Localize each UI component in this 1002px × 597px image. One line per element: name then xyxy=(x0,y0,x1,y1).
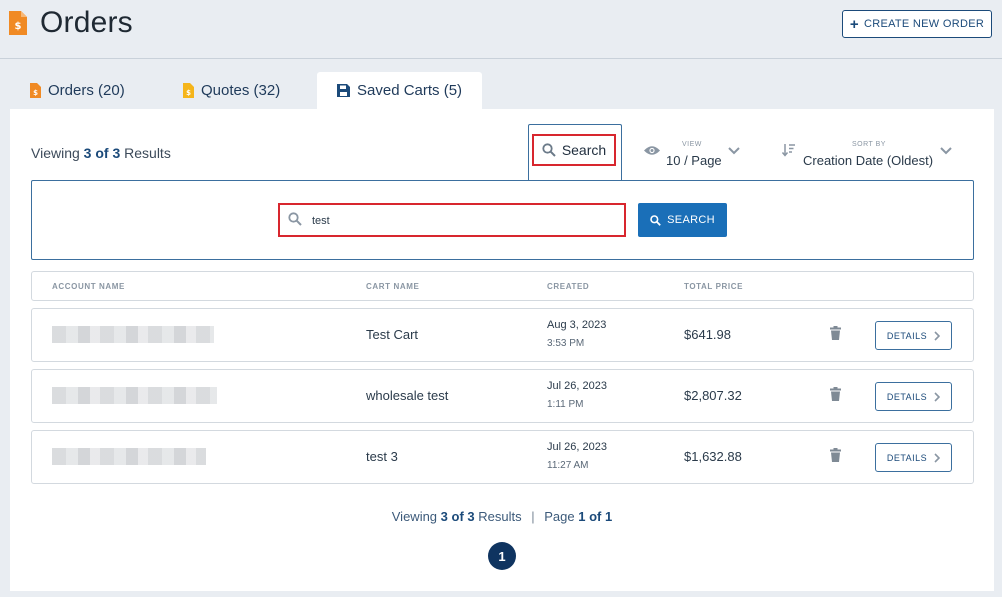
view-value: 10 / Page xyxy=(666,153,722,168)
table-row: test 3 Jul 26, 2023 11:27 AM $1,632.88 D… xyxy=(31,430,974,484)
trash-icon[interactable] xyxy=(830,448,841,462)
svg-text:$: $ xyxy=(15,21,22,32)
search-toggle-label: Search xyxy=(561,142,607,158)
cart-name: Test Cart xyxy=(366,327,419,342)
tab-orders[interactable]: $ Orders (20) xyxy=(10,72,150,109)
sort-by-select[interactable]: SORT BY Creation Date (Oldest) xyxy=(782,141,962,171)
details-button[interactable]: DETAILS xyxy=(875,382,952,411)
search-input-wrapper xyxy=(278,203,626,237)
saved-carts-panel: Viewing 3 of 3 Results Search VIEW 10 / … xyxy=(10,109,994,591)
svg-text:$: $ xyxy=(186,89,191,97)
tab-quotes[interactable]: $ Quotes (32) xyxy=(163,72,303,109)
results-shown: 3 of 3 xyxy=(83,145,121,161)
created-date: Jul 26, 2023 xyxy=(547,380,607,392)
view-per-page-select[interactable]: VIEW 10 / Page xyxy=(644,141,744,171)
trash-icon[interactable] xyxy=(830,326,841,340)
page-title: Orders xyxy=(40,6,133,39)
results-suffix: Results xyxy=(124,145,171,161)
results-count: Viewing 3 of 3 Results xyxy=(31,145,171,161)
search-toggle-button[interactable]: Search xyxy=(532,134,616,166)
eye-icon xyxy=(644,146,660,155)
sort-icon xyxy=(782,144,795,157)
tab-quotes-label: Quotes (32) xyxy=(201,82,281,99)
search-submit-button[interactable]: SEARCH xyxy=(638,203,727,237)
details-label: DETAILS xyxy=(886,452,928,463)
search-icon xyxy=(650,214,661,226)
chevron-right-icon xyxy=(934,452,941,463)
search-tab: Search xyxy=(528,124,622,181)
total-price: $2,807.32 xyxy=(684,388,742,403)
order-doc-icon: $ xyxy=(9,11,27,35)
details-button[interactable]: DETAILS xyxy=(875,443,952,472)
search-input[interactable] xyxy=(310,209,614,233)
search-icon xyxy=(288,212,302,226)
created-time: 1:11 PM xyxy=(547,399,584,410)
tab-saved-carts[interactable]: Saved Carts (5) xyxy=(317,72,482,109)
trash-icon[interactable] xyxy=(830,387,841,401)
svg-text:$: $ xyxy=(33,89,38,97)
footer-separator: | xyxy=(531,509,535,524)
save-icon xyxy=(337,84,350,97)
account-name-redacted xyxy=(52,326,214,343)
total-price: $1,632.88 xyxy=(684,449,742,464)
chevron-right-icon xyxy=(934,391,941,402)
created-date: Aug 3, 2023 xyxy=(547,319,607,331)
search-panel: SEARCH xyxy=(31,180,974,260)
create-new-order-label: CREATE NEW ORDER xyxy=(863,18,985,30)
sort-value: Creation Date (Oldest) xyxy=(803,153,934,168)
created-time: 11:27 AM xyxy=(547,460,589,471)
pagination-summary: Viewing 3 of 3 Results | Page 1 of 1 xyxy=(10,509,994,524)
results-prefix: Viewing xyxy=(31,145,80,161)
view-caption: VIEW xyxy=(682,141,702,148)
pagination-page-1[interactable]: 1 xyxy=(488,542,516,570)
footer-viewing-suffix: Results xyxy=(478,509,522,524)
column-created: CREATED xyxy=(547,282,590,291)
column-account-name: ACCOUNT NAME xyxy=(52,282,125,291)
search-icon xyxy=(542,143,556,157)
chevron-down-icon xyxy=(728,147,740,155)
column-cart-name: CART NAME xyxy=(366,282,420,291)
details-button[interactable]: DETAILS xyxy=(875,321,952,350)
cart-name: test 3 xyxy=(366,449,398,464)
chevron-down-icon xyxy=(940,147,952,155)
details-label: DETAILS xyxy=(886,330,928,341)
created-time: 3:53 PM xyxy=(547,338,585,349)
footer-viewing-prefix: Viewing xyxy=(391,509,438,524)
created-date: Jul 26, 2023 xyxy=(547,441,607,453)
table-row: Test Cart Aug 3, 2023 3:53 PM $641.98 DE… xyxy=(31,308,974,362)
search-submit-label: SEARCH xyxy=(667,214,715,226)
tab-orders-label: Orders (20) xyxy=(48,82,125,99)
chevron-right-icon xyxy=(934,330,941,341)
table-header: ACCOUNT NAME CART NAME CREATED TOTAL PRI… xyxy=(31,271,974,301)
tab-saved-carts-label: Saved Carts (5) xyxy=(357,82,463,99)
plus-icon: + xyxy=(849,15,859,33)
account-name-redacted xyxy=(52,448,206,465)
details-label: DETAILS xyxy=(886,391,928,402)
total-price: $641.98 xyxy=(684,327,731,342)
footer-page-prefix: Page xyxy=(544,509,575,524)
sort-caption: SORT BY xyxy=(852,141,886,148)
footer-page-value: 1 of 1 xyxy=(578,509,613,524)
column-total-price: TOTAL PRICE xyxy=(684,282,744,291)
page-header: $ Orders + CREATE NEW ORDER xyxy=(0,0,1002,59)
cart-name: wholesale test xyxy=(366,388,449,403)
quote-doc-icon: $ xyxy=(183,83,194,98)
footer-viewing-shown: 3 of 3 xyxy=(440,509,475,524)
account-name-redacted xyxy=(52,387,217,404)
table-row: wholesale test Jul 26, 2023 1:11 PM $2,8… xyxy=(31,369,974,423)
create-new-order-button[interactable]: + CREATE NEW ORDER xyxy=(842,10,992,38)
order-doc-icon: $ xyxy=(30,83,41,98)
